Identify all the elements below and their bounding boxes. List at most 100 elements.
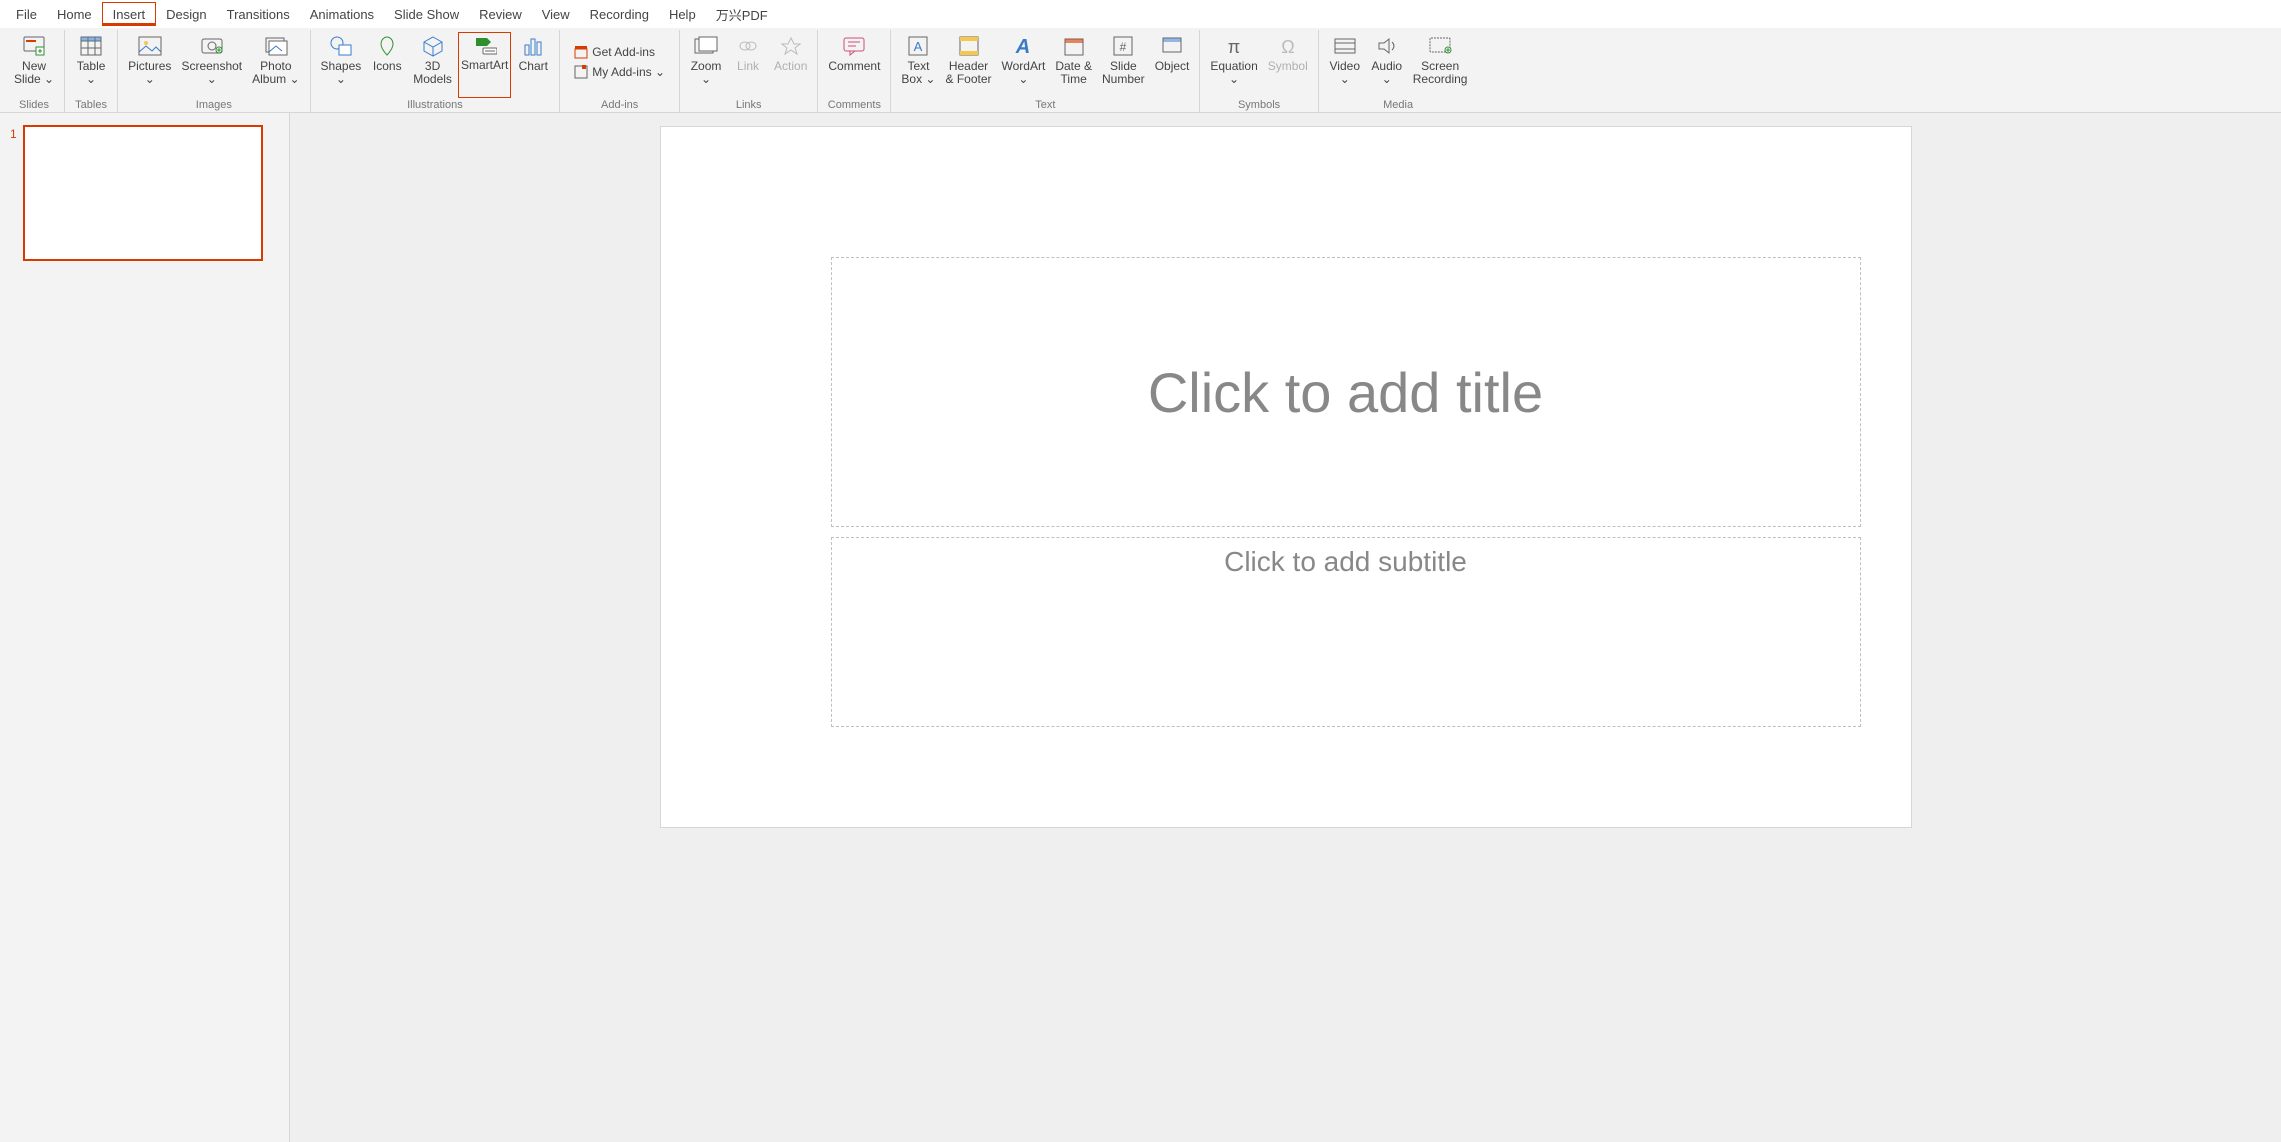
- subtitle-placeholder[interactable]: Click to add subtitle: [831, 537, 1861, 727]
- menu-slideshow[interactable]: Slide Show: [384, 3, 469, 26]
- group-addins: Get Add-ins My Add-ins ⌄ Add-ins: [560, 30, 680, 112]
- menu-file[interactable]: File: [6, 3, 47, 26]
- icons-label: Icons: [373, 60, 402, 73]
- my-addins-button[interactable]: My Add-ins ⌄: [570, 63, 669, 81]
- group-text-label: Text: [1035, 99, 1055, 112]
- group-slides: NewSlide ⌄ Slides: [4, 30, 65, 112]
- header-footer-icon: [957, 34, 981, 58]
- header-footer-label: Header& Footer: [945, 60, 991, 85]
- svg-text:#: #: [1120, 40, 1127, 54]
- my-addins-label: My Add-ins ⌄: [592, 65, 665, 79]
- screenshot-button[interactable]: Screenshot⌄: [177, 32, 246, 98]
- equation-button[interactable]: π Equation⌄: [1206, 32, 1261, 98]
- new-slide-icon: [22, 34, 46, 58]
- slide-number-button[interactable]: # SlideNumber: [1098, 32, 1149, 98]
- slide-editor[interactable]: Click to add title Click to add subtitle: [290, 113, 2281, 1142]
- menu-design[interactable]: Design: [156, 3, 216, 26]
- slide-thumbnail-1[interactable]: 1: [10, 125, 279, 261]
- group-symbols: π Equation⌄ Ω Symbol Symbols: [1200, 30, 1318, 112]
- addins-icon: [574, 65, 588, 79]
- smartart-icon: [473, 33, 497, 57]
- subtitle-placeholder-text: Click to add subtitle: [1224, 546, 1467, 578]
- action-icon: [779, 34, 803, 58]
- textbox-button[interactable]: A TextBox ⌄: [897, 32, 939, 98]
- menu-wanxing-pdf[interactable]: 万兴PDF: [706, 1, 778, 28]
- pictures-button[interactable]: Pictures⌄: [124, 32, 175, 98]
- video-icon: [1333, 34, 1357, 58]
- svg-text:A: A: [1015, 36, 1030, 57]
- screenshot-label: Screenshot⌄: [181, 60, 242, 85]
- group-symbols-label: Symbols: [1238, 99, 1280, 112]
- group-slides-label: Slides: [19, 99, 49, 112]
- slide-thumbnail-preview[interactable]: [23, 125, 263, 261]
- group-comments: Comment Comments: [818, 30, 891, 112]
- textbox-label: TextBox ⌄: [901, 60, 935, 85]
- title-placeholder[interactable]: Click to add title: [831, 257, 1861, 527]
- group-illustrations-label: Illustrations: [407, 99, 463, 112]
- group-images: Pictures⌄ Screenshot⌄ PhotoAlbum ⌄ Image…: [118, 30, 310, 112]
- zoom-button[interactable]: Zoom⌄: [686, 32, 726, 98]
- textbox-icon: A: [906, 34, 930, 58]
- wordart-button[interactable]: A WordArt⌄: [998, 32, 1050, 98]
- group-illustrations: Shapes⌄ Icons 3DModels SmartArt: [311, 30, 561, 112]
- object-button[interactable]: Object: [1151, 32, 1194, 98]
- header-footer-button[interactable]: Header& Footer: [941, 32, 995, 98]
- audio-icon: [1375, 34, 1399, 58]
- zoom-icon: [694, 34, 718, 58]
- group-comments-label: Comments: [828, 99, 881, 112]
- date-time-button[interactable]: Date &Time: [1051, 32, 1096, 98]
- wordart-label: WordArt⌄: [1002, 60, 1046, 85]
- table-button[interactable]: Table⌄: [71, 32, 111, 98]
- 3d-models-icon: [421, 34, 445, 58]
- symbol-icon: Ω: [1276, 34, 1300, 58]
- screenshot-icon: [200, 34, 224, 58]
- store-icon: [574, 45, 588, 59]
- link-label: Link: [737, 60, 759, 73]
- get-addins-button[interactable]: Get Add-ins: [570, 43, 669, 61]
- menu-home[interactable]: Home: [47, 3, 102, 26]
- menu-bar: File Home Insert Design Transitions Anim…: [0, 0, 2281, 28]
- pictures-icon: [138, 34, 162, 58]
- slide-number-label: SlideNumber: [1102, 60, 1145, 85]
- video-button[interactable]: Video⌄: [1325, 32, 1365, 98]
- shapes-button[interactable]: Shapes⌄: [317, 32, 366, 98]
- comment-label: Comment: [828, 60, 880, 73]
- screen-recording-button[interactable]: ScreenRecording: [1409, 32, 1472, 98]
- slide-canvas[interactable]: Click to add title Click to add subtitle: [661, 127, 1911, 827]
- slide-thumbnail-number: 1: [10, 125, 17, 261]
- chart-label: Chart: [519, 60, 548, 73]
- menu-review[interactable]: Review: [469, 3, 532, 26]
- icons-button[interactable]: Icons: [367, 32, 407, 98]
- menu-view[interactable]: View: [532, 3, 580, 26]
- photo-album-button[interactable]: PhotoAlbum ⌄: [248, 32, 303, 98]
- smartart-button[interactable]: SmartArt: [458, 32, 511, 98]
- link-button: Link: [728, 32, 768, 98]
- slide-thumbnail-panel[interactable]: 1: [0, 113, 290, 1142]
- zoom-label: Zoom⌄: [691, 60, 722, 85]
- group-images-label: Images: [196, 99, 232, 112]
- screen-recording-label: ScreenRecording: [1413, 60, 1468, 85]
- chart-button[interactable]: Chart: [513, 32, 553, 98]
- date-time-label: Date &Time: [1055, 60, 1092, 85]
- table-icon: [79, 34, 103, 58]
- slide-number-icon: #: [1111, 34, 1135, 58]
- video-label: Video⌄: [1330, 60, 1360, 85]
- pictures-label: Pictures⌄: [128, 60, 171, 85]
- 3d-models-button[interactable]: 3DModels: [409, 32, 456, 98]
- smartart-label: SmartArt: [461, 59, 508, 72]
- menu-recording[interactable]: Recording: [580, 3, 659, 26]
- menu-help[interactable]: Help: [659, 3, 706, 26]
- wordart-icon: A: [1011, 34, 1035, 58]
- menu-animations[interactable]: Animations: [300, 3, 384, 26]
- svg-text:A: A: [914, 39, 923, 54]
- photo-album-label: PhotoAlbum ⌄: [252, 60, 299, 85]
- get-addins-label: Get Add-ins: [592, 45, 655, 59]
- menu-insert[interactable]: Insert: [102, 2, 157, 26]
- audio-button[interactable]: Audio⌄: [1367, 32, 1407, 98]
- new-slide-button[interactable]: NewSlide ⌄: [10, 32, 58, 98]
- comment-button[interactable]: Comment: [824, 32, 884, 98]
- menu-transitions[interactable]: Transitions: [217, 3, 300, 26]
- action-label: Action: [774, 60, 807, 73]
- comment-icon: [842, 34, 866, 58]
- object-icon: [1160, 34, 1184, 58]
